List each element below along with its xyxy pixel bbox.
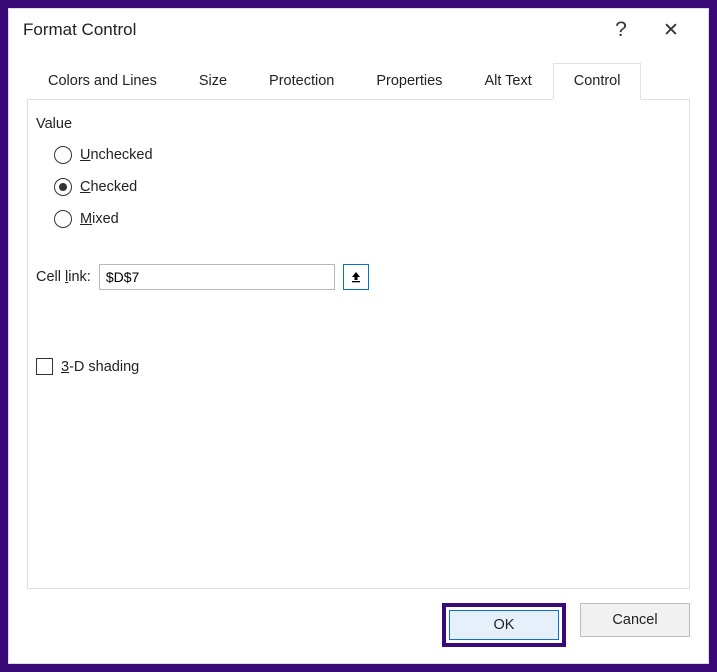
value-section-label: Value xyxy=(36,116,681,132)
ok-button[interactable]: OK xyxy=(449,610,559,640)
cancel-button[interactable]: Cancel xyxy=(580,603,690,637)
radio-mixed[interactable]: Mixed xyxy=(54,210,681,228)
arrow-up-icon xyxy=(349,270,363,284)
close-button[interactable]: ✕ xyxy=(648,13,694,47)
tab-protection[interactable]: Protection xyxy=(248,63,355,100)
ok-highlight: OK xyxy=(442,603,566,647)
tab-strip: Colors and Lines Size Protection Propert… xyxy=(27,63,690,100)
dialog-footer: OK Cancel xyxy=(9,589,708,663)
content-area: Colors and Lines Size Protection Propert… xyxy=(9,53,708,589)
radio-unchecked[interactable]: Unchecked xyxy=(54,146,681,164)
checkbox-icon xyxy=(36,358,53,375)
tab-alt-text[interactable]: Alt Text xyxy=(463,63,552,100)
radio-checked-label: Checked xyxy=(80,179,137,195)
help-button[interactable]: ? xyxy=(598,13,644,47)
shading-label: 3-D shading xyxy=(61,359,139,375)
format-control-dialog: Format Control ? ✕ Colors and Lines Size… xyxy=(8,8,709,664)
cell-link-row: Cell link: xyxy=(36,264,681,290)
refedit-collapse-button[interactable] xyxy=(343,264,369,290)
radio-mixed-label: Mixed xyxy=(80,211,119,227)
shading-checkbox-row[interactable]: 3-D shading xyxy=(36,358,681,375)
radio-selected-dot xyxy=(59,183,67,191)
control-panel: Value Unchecked Checked Mixed Cell link: xyxy=(27,100,690,589)
tab-properties[interactable]: Properties xyxy=(355,63,463,100)
radio-checked[interactable]: Checked xyxy=(54,178,681,196)
dialog-title: Format Control xyxy=(23,20,598,40)
titlebar: Format Control ? ✕ xyxy=(9,9,708,53)
radio-button-icon xyxy=(54,146,72,164)
tab-control[interactable]: Control xyxy=(553,63,642,100)
cell-link-label: Cell link: xyxy=(36,269,91,285)
radio-unchecked-label: Unchecked xyxy=(80,147,153,163)
tab-size[interactable]: Size xyxy=(178,63,248,100)
radio-button-icon xyxy=(54,210,72,228)
tab-colors-lines[interactable]: Colors and Lines xyxy=(27,63,178,100)
cell-link-input[interactable] xyxy=(99,264,335,290)
radio-button-icon xyxy=(54,178,72,196)
